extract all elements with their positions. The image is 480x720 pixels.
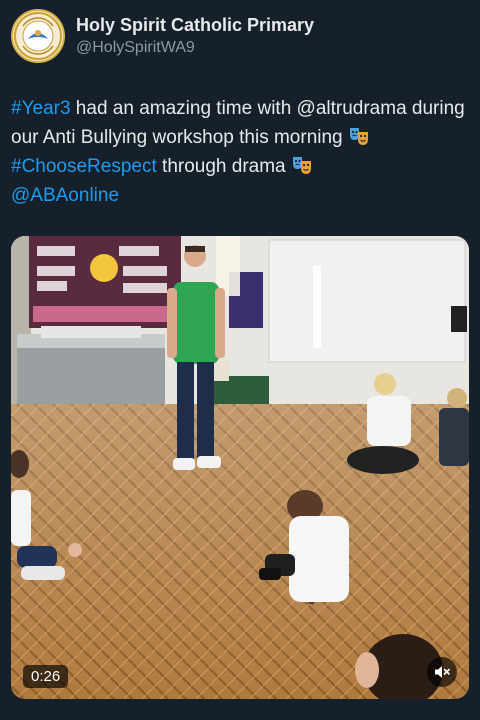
hashtag-year3[interactable]: #Year3 bbox=[11, 98, 71, 119]
account-name[interactable]: Holy Spirit Catholic Primary bbox=[76, 15, 314, 36]
tweet-text-part-1: had an amazing time with @altrudrama dur… bbox=[11, 98, 465, 148]
video-duration: 0:26 bbox=[23, 665, 69, 688]
school-crest-icon[interactable] bbox=[11, 9, 65, 63]
video-player[interactable]: 0:26 bbox=[11, 236, 469, 699]
video-frame bbox=[11, 236, 469, 699]
tweet-text: #Year3 had an amazing time with @altrudr… bbox=[11, 94, 471, 210]
mention-abaonline[interactable]: @ABAonline bbox=[11, 185, 119, 206]
performing-arts-emoji bbox=[291, 154, 313, 176]
account-handle[interactable]: @HolySpiritWA9 bbox=[76, 39, 195, 57]
tweet: Holy Spirit Catholic Primary @HolySpirit… bbox=[0, 0, 480, 720]
speaker-muted-icon[interactable] bbox=[427, 657, 457, 687]
tweet-text-part-2: through drama bbox=[156, 156, 291, 177]
hashtag-choose-respect[interactable]: #ChooseRespect bbox=[11, 156, 157, 177]
performing-arts-emoji bbox=[348, 125, 370, 147]
